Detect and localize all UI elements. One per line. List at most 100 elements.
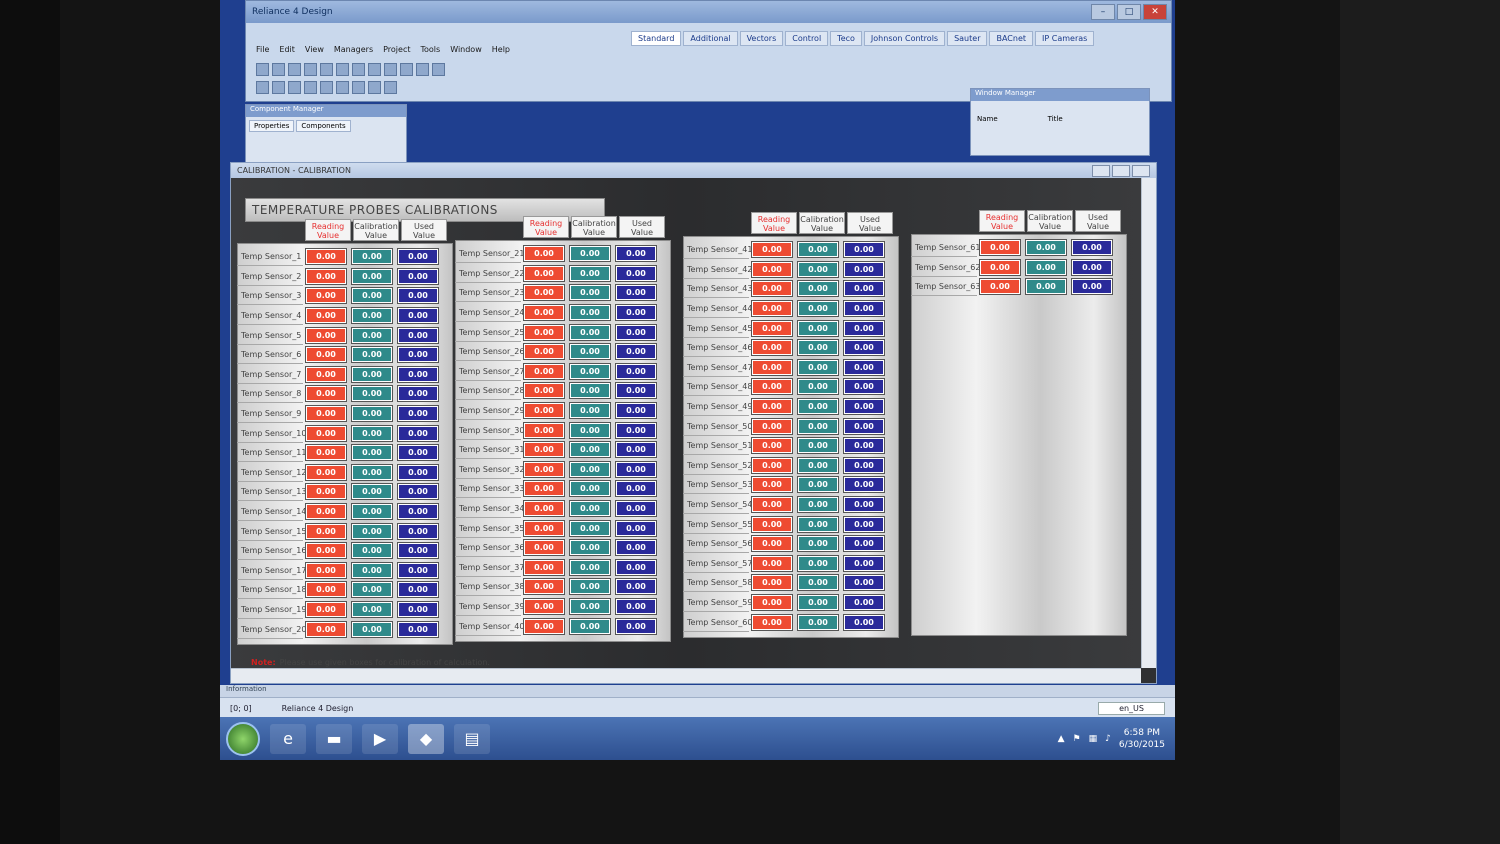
- calibration-value-input[interactable]: 0.00: [570, 285, 610, 301]
- vertical-scrollbar[interactable]: [1141, 178, 1156, 668]
- calibration-value-input[interactable]: 0.00: [352, 366, 392, 382]
- tab-vectors[interactable]: Vectors: [739, 31, 784, 46]
- menu-edit[interactable]: Edit: [279, 45, 295, 54]
- internet-explorer-icon[interactable]: e: [270, 723, 306, 754]
- calibration-value-input[interactable]: 0.00: [798, 261, 838, 277]
- calibration-value-input[interactable]: 0.00: [798, 359, 838, 375]
- copy-icon[interactable]: [336, 63, 349, 76]
- align-icon[interactable]: [256, 81, 269, 94]
- clock[interactable]: 6:58 PM 6/30/2015: [1119, 727, 1165, 751]
- maximize-button[interactable]: □: [1117, 4, 1141, 20]
- calibration-value-input[interactable]: 0.00: [352, 562, 392, 578]
- calibration-value-input[interactable]: 0.00: [352, 308, 392, 324]
- calibration-value-input[interactable]: 0.00: [570, 305, 610, 321]
- calibration-value-input[interactable]: 0.00: [798, 320, 838, 336]
- tab-standard[interactable]: Standard: [631, 31, 682, 46]
- calibration-value-input[interactable]: 0.00: [352, 543, 392, 559]
- col-name[interactable]: Name: [977, 115, 998, 123]
- calibration-value-input[interactable]: 0.00: [798, 516, 838, 532]
- run-icon[interactable]: [432, 63, 445, 76]
- horizontal-scrollbar[interactable]: [231, 668, 1141, 683]
- reliance-design-taskbar-icon[interactable]: ◆: [408, 723, 444, 754]
- cut-icon[interactable]: [320, 63, 333, 76]
- calibration-value-input[interactable]: 0.00: [570, 422, 610, 438]
- calibration-value-input[interactable]: 0.00: [352, 484, 392, 500]
- calibration-value-input[interactable]: 0.00: [352, 425, 392, 441]
- tab-teco[interactable]: Tecо: [830, 31, 862, 46]
- calibration-value-input[interactable]: 0.00: [1026, 240, 1066, 256]
- print-icon[interactable]: [304, 63, 317, 76]
- menu-view[interactable]: View: [305, 45, 324, 54]
- save-icon[interactable]: [288, 63, 301, 76]
- layer-icon[interactable]: [304, 81, 317, 94]
- calibration-value-input[interactable]: 0.00: [798, 595, 838, 611]
- calibration-value-input[interactable]: 0.00: [798, 399, 838, 415]
- find-icon[interactable]: [400, 63, 413, 76]
- calibration-value-input[interactable]: 0.00: [352, 249, 392, 265]
- col-title[interactable]: Title: [1048, 115, 1063, 123]
- calibration-value-input[interactable]: 0.00: [352, 504, 392, 520]
- media-player-icon[interactable]: ▶: [362, 723, 398, 754]
- calibration-value-input[interactable]: 0.00: [570, 618, 610, 634]
- calibration-value-input[interactable]: 0.00: [352, 523, 392, 539]
- menu-window[interactable]: Window: [450, 45, 482, 54]
- tab-properties[interactable]: Properties: [249, 120, 295, 132]
- calibration-value-input[interactable]: 0.00: [798, 301, 838, 317]
- tab-control[interactable]: Control: [785, 31, 829, 46]
- calibration-value-input[interactable]: 0.00: [798, 536, 838, 552]
- front-icon[interactable]: [352, 81, 365, 94]
- calibration-value-input[interactable]: 0.00: [798, 555, 838, 571]
- calibration-value-input[interactable]: 0.00: [570, 481, 610, 497]
- calibration-value-input[interactable]: 0.00: [352, 445, 392, 461]
- language-select[interactable]: en_US: [1098, 701, 1165, 715]
- calibration-value-input[interactable]: 0.00: [352, 268, 392, 284]
- menu-tools[interactable]: Tools: [420, 45, 440, 54]
- zoom-icon[interactable]: [288, 81, 301, 94]
- cal-minimize-button[interactable]: [1092, 164, 1110, 177]
- calibration-value-input[interactable]: 0.00: [798, 497, 838, 513]
- network-icon[interactable]: ▦: [1089, 734, 1098, 744]
- calibration-value-input[interactable]: 0.00: [352, 406, 392, 422]
- calibration-value-input[interactable]: 0.00: [570, 442, 610, 458]
- tray-arrow-icon[interactable]: ▲: [1058, 734, 1065, 744]
- flag-icon[interactable]: ⚑: [1073, 734, 1081, 744]
- calibration-value-input[interactable]: 0.00: [352, 386, 392, 402]
- calibration-value-input[interactable]: 0.00: [352, 347, 392, 363]
- calibration-value-input[interactable]: 0.00: [352, 602, 392, 618]
- calibration-value-input[interactable]: 0.00: [570, 599, 610, 615]
- calibration-value-input[interactable]: 0.00: [570, 383, 610, 399]
- open-icon[interactable]: [272, 63, 285, 76]
- calibration-value-input[interactable]: 0.00: [570, 559, 610, 575]
- calibration-value-input[interactable]: 0.00: [570, 501, 610, 517]
- menu-project[interactable]: Project: [383, 45, 410, 54]
- volume-icon[interactable]: ♪: [1105, 734, 1111, 744]
- calibration-value-input[interactable]: 0.00: [352, 327, 392, 343]
- tab-additional[interactable]: Additional: [683, 31, 738, 46]
- calibration-value-input[interactable]: 0.00: [798, 575, 838, 591]
- back-icon[interactable]: [368, 81, 381, 94]
- menu-file[interactable]: File: [256, 45, 269, 54]
- app-taskbar-icon[interactable]: ▤: [454, 723, 490, 754]
- play-icon[interactable]: [384, 81, 397, 94]
- calibration-value-input[interactable]: 0.00: [570, 363, 610, 379]
- tab-ip-cameras[interactable]: IP Cameras: [1035, 31, 1095, 46]
- calibration-value-input[interactable]: 0.00: [798, 438, 838, 454]
- calibration-value-input[interactable]: 0.00: [798, 418, 838, 434]
- compile-icon[interactable]: [416, 63, 429, 76]
- calibration-value-input[interactable]: 0.00: [570, 344, 610, 360]
- calibration-value-input[interactable]: 0.00: [352, 621, 392, 637]
- undo-icon[interactable]: [368, 63, 381, 76]
- calibration-value-input[interactable]: 0.00: [1026, 279, 1066, 295]
- menu-managers[interactable]: Managers: [334, 45, 373, 54]
- group-icon[interactable]: [320, 81, 333, 94]
- calibration-value-input[interactable]: 0.00: [570, 520, 610, 536]
- calibration-value-input[interactable]: 0.00: [798, 457, 838, 473]
- calibration-value-input[interactable]: 0.00: [798, 379, 838, 395]
- calibration-value-input[interactable]: 0.00: [570, 324, 610, 340]
- paste-icon[interactable]: [352, 63, 365, 76]
- close-button[interactable]: ✕: [1143, 4, 1167, 20]
- tab-johnson-controls[interactable]: Johnson Controls: [863, 31, 946, 46]
- calibration-value-input[interactable]: 0.00: [798, 477, 838, 493]
- tab-bacnet[interactable]: BACnet: [989, 31, 1034, 46]
- calibration-value-input[interactable]: 0.00: [570, 540, 610, 556]
